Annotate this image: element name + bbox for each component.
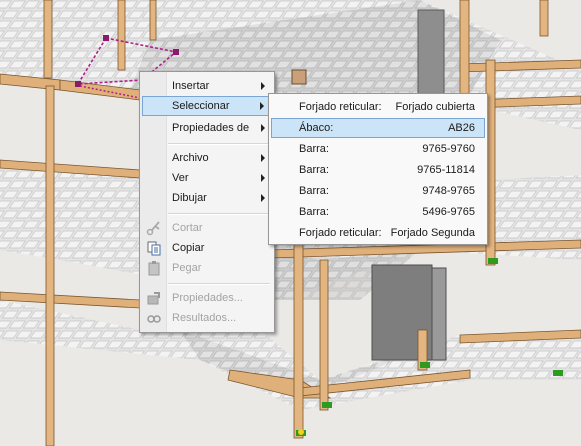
submenu-item-barra-9765-9760[interactable]: Barra: 9765-9760 (271, 139, 485, 159)
menu-item-label: Resultados... (172, 312, 237, 324)
properties-icon (147, 292, 160, 305)
menu-item-label: Dibujar (172, 192, 207, 204)
menu-item-ver[interactable]: Ver (142, 168, 272, 188)
menu-separator (168, 143, 270, 145)
submenu-item-abaco-ab26[interactable]: Ábaco: AB26 (271, 118, 485, 138)
menu-item-pegar[interactable]: Pegar (142, 258, 272, 278)
menu-item-label: Copiar (172, 242, 205, 254)
menu-item-archivo[interactable]: Archivo (142, 148, 272, 168)
scissors-icon (146, 221, 160, 236)
submenu-item-type: Forjado reticular: (299, 101, 382, 113)
menu-item-insertar[interactable]: Insertar (142, 76, 272, 96)
menu-item-label: Insertar (172, 80, 210, 92)
menu-item-propiedades-de[interactable]: Propiedades de (142, 118, 272, 138)
paste-icon (148, 261, 160, 276)
menu-item-label: Cortar (172, 222, 203, 234)
menu-item-label: Ver (172, 172, 189, 184)
submenu-item-value: 9765-11814 (417, 164, 475, 176)
submenu-item-barra-9765-11814[interactable]: Barra: 9765-11814 (271, 160, 485, 180)
submenu-item-type: Forjado reticular: (299, 227, 382, 239)
submenu-item-value: 5496-9765 (422, 206, 475, 218)
submenu-arrow-icon (260, 102, 264, 110)
submenu-item-forjado-cubierta[interactable]: Forjado reticular: Forjado cubierta (271, 97, 485, 117)
stair-core-upper[interactable] (417, 9, 445, 103)
submenu-item-type: Ábaco: (299, 122, 334, 134)
menu-item-seleccionar[interactable]: Seleccionar (142, 96, 272, 116)
core-opening (291, 69, 307, 85)
menu-item-propiedades[interactable]: Propiedades... (142, 288, 272, 308)
submenu-item-type: Barra: (299, 206, 329, 218)
submenu-item-value: AB26 (448, 122, 475, 134)
menu-item-label: Propiedades... (172, 292, 243, 304)
submenu-arrow-icon (261, 124, 265, 132)
submenu-item-value: 9748-9765 (422, 185, 475, 197)
submenu-arrow-icon (261, 194, 265, 202)
context-menu: Insertar Seleccionar Propiedades de Arch… (139, 71, 275, 333)
submenu-arrow-icon (261, 154, 265, 162)
submenu-item-barra-5496-9765[interactable]: Barra: 5496-9765 (271, 202, 485, 222)
menu-separator (168, 283, 270, 285)
menu-item-label: Archivo (172, 152, 209, 164)
menu-item-label: Propiedades de (172, 122, 250, 134)
submenu-arrow-icon (261, 82, 265, 90)
menu-item-label: Seleccionar (172, 100, 230, 112)
submenu-arrow-icon (261, 174, 265, 182)
menu-item-label: Pegar (172, 262, 202, 274)
menu-item-cortar[interactable]: Cortar (142, 218, 272, 238)
submenu-item-barra-9748-9765[interactable]: Barra: 9748-9765 (271, 181, 485, 201)
submenu-item-type: Barra: (299, 164, 329, 176)
menu-item-resultados[interactable]: Resultados... (142, 308, 272, 328)
menu-item-dibujar[interactable]: Dibujar (142, 188, 272, 208)
submenu-item-value: Forjado cubierta (395, 101, 476, 113)
copy-icon (147, 241, 161, 256)
menu-separator (168, 213, 270, 215)
submenu-item-value: 9765-9760 (422, 143, 475, 155)
submenu-item-value: Forjado Segunda (390, 227, 475, 239)
submenu-item-type: Barra: (299, 143, 329, 155)
stair-core-lower-side (431, 267, 447, 361)
submenu-item-forjado-segunda[interactable]: Forjado reticular: Forjado Segunda (271, 223, 485, 243)
submenu-item-type: Barra: (299, 185, 329, 197)
results-icon (147, 315, 161, 323)
select-submenu: Forjado reticular: Forjado cubierta Ábac… (268, 93, 488, 245)
menu-item-copiar[interactable]: Copiar (142, 238, 272, 258)
